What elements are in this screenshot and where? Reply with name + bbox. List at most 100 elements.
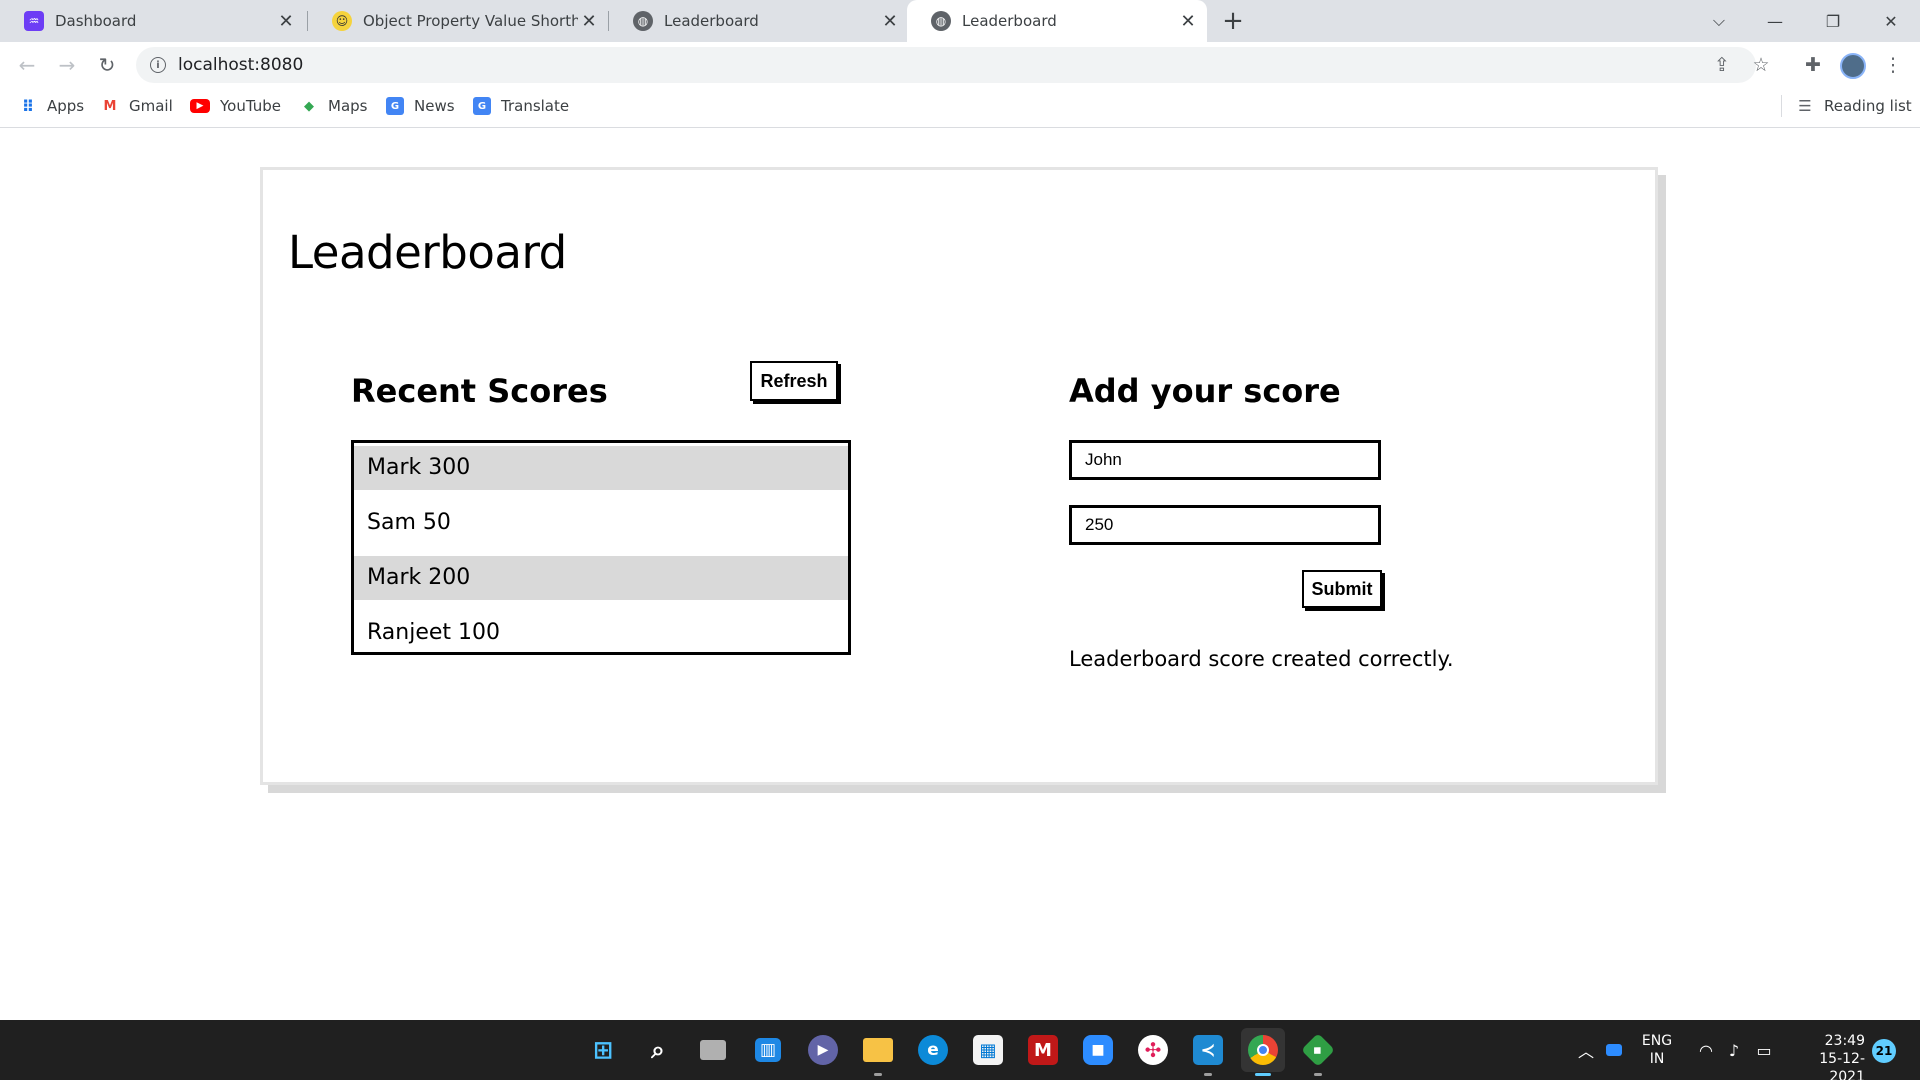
bookmarks-bar: ⠿ Apps M Gmail ▶ YouTube ◆ Maps G News G… xyxy=(0,88,1920,128)
language-line-1: ENG xyxy=(1641,1033,1673,1049)
tab-leaderboard[interactable]: ◍ Leaderboard ✕ xyxy=(609,0,909,42)
chrome-center-icon xyxy=(1257,1044,1269,1056)
score-input[interactable] xyxy=(1069,505,1381,545)
bookmark-label: Gmail xyxy=(129,97,173,115)
bookmark-label: Translate xyxy=(501,97,570,115)
tab-title: Object Property Value Shorthand xyxy=(363,12,578,30)
teams-chat-button[interactable]: ▶ xyxy=(801,1028,845,1072)
address-url[interactable]: localhost:8080 xyxy=(178,55,303,75)
bookmark-translate[interactable]: G Translate xyxy=(473,88,569,124)
vscode-button[interactable]: ≺ xyxy=(1186,1028,1230,1076)
edge-button[interactable]: e xyxy=(911,1028,955,1072)
back-arrow-icon[interactable]: ← xyxy=(13,51,41,79)
zoom-button[interactable]: ■ xyxy=(1076,1028,1120,1072)
teams-chat-icon: ▶ xyxy=(808,1035,838,1065)
reload-icon[interactable]: ↻ xyxy=(93,51,121,79)
language-indicator[interactable]: ENG IN xyxy=(1632,1032,1682,1068)
browser-toolbar: ← → ↻ i localhost:8080 ⇪ ☆ ✚ ⋮ xyxy=(0,42,1920,88)
battery-icon[interactable]: ▭ xyxy=(1752,1038,1776,1062)
minimize-icon[interactable]: — xyxy=(1752,0,1798,42)
clock[interactable]: 23:49 15-12-2021 xyxy=(1787,1032,1865,1080)
new-tab-button[interactable]: + xyxy=(1218,6,1248,36)
zoom-camera-icon: ■ xyxy=(1083,1035,1113,1065)
search-icon: ⌕ xyxy=(651,1036,665,1064)
zoom-tray-badge xyxy=(1606,1044,1622,1056)
bookmark-label: News xyxy=(414,97,455,115)
tab-leaderboard-active[interactable]: ◍ Leaderboard ✕ xyxy=(907,0,1207,42)
news-icon: G xyxy=(386,97,404,115)
wifi-icon[interactable]: ◠ xyxy=(1694,1038,1718,1062)
address-bar[interactable]: i localhost:8080 xyxy=(136,47,1756,83)
vscode-icon: ≺ xyxy=(1193,1035,1223,1065)
bookmark-label: YouTube xyxy=(220,97,281,115)
tab-search-chevron-icon[interactable]: ⌵ xyxy=(1696,0,1742,42)
clock-time: 23:49 xyxy=(1824,1033,1865,1049)
gmail-icon: M xyxy=(103,98,117,114)
close-icon[interactable]: ✕ xyxy=(578,10,600,32)
git-button[interactable]: ◆ xyxy=(1296,1028,1340,1076)
zoom-tray-icon[interactable] xyxy=(1602,1038,1626,1062)
file-explorer-button[interactable] xyxy=(856,1028,900,1076)
bookmark-maps[interactable]: ◆ Maps xyxy=(300,88,367,124)
scores-list: Mark 300 Sam 50 Mark 200 Ranjeet 100 xyxy=(351,440,851,655)
name-input[interactable] xyxy=(1069,440,1381,480)
git-icon: ◆ xyxy=(1301,1033,1335,1067)
site-info-icon[interactable]: i xyxy=(150,57,166,73)
close-icon[interactable]: ✕ xyxy=(1177,10,1199,32)
extensions-puzzle-icon[interactable]: ✚ xyxy=(1800,52,1826,78)
bookmark-gmail[interactable]: M Gmail xyxy=(101,88,173,124)
more-menu-icon[interactable]: ⋮ xyxy=(1880,52,1906,78)
bookmarks-divider xyxy=(1781,95,1782,117)
reading-list-icon: ☰ xyxy=(1798,97,1812,115)
apps-grid-icon: ⠿ xyxy=(21,96,35,116)
task-view-button[interactable] xyxy=(691,1028,735,1072)
profile-avatar[interactable] xyxy=(1840,53,1866,79)
bookmark-star-icon[interactable]: ☆ xyxy=(1748,52,1774,78)
score-row: Sam 50 xyxy=(367,510,451,535)
score-row: Mark 300 xyxy=(354,446,848,490)
forward-arrow-icon[interactable]: → xyxy=(53,51,81,79)
restore-icon[interactable]: ❐ xyxy=(1810,0,1856,42)
slack-icon: ✣ xyxy=(1138,1035,1168,1065)
bookmark-apps[interactable]: ⠿ Apps xyxy=(19,88,84,124)
notification-badge[interactable]: 21 xyxy=(1872,1039,1896,1063)
slack-button[interactable]: ✣ xyxy=(1131,1028,1175,1072)
reading-list[interactable]: ☰ Reading list xyxy=(1796,88,1912,124)
recent-scores-heading: Recent Scores xyxy=(351,372,608,410)
tab-object-property[interactable]: ☺ Object Property Value Shorthand ✕ xyxy=(308,0,608,42)
windows-start-button[interactable]: ⊞ xyxy=(581,1028,625,1072)
tab-title: Leaderboard xyxy=(664,12,759,30)
close-window-icon[interactable]: ✕ xyxy=(1868,0,1914,42)
folder-icon xyxy=(863,1038,893,1062)
widgets-button[interactable]: ▥ xyxy=(746,1028,790,1072)
taskbar: ⊞ ⌕ ▥ ▶ e ▦ M ■ ✣ ≺ ◆ ︿ ENG IN ◠ ♪ ▭ 23:… xyxy=(0,1020,1920,1080)
youtube-icon: ▶ xyxy=(190,99,210,113)
edge-icon: e xyxy=(918,1035,948,1065)
bookmark-news[interactable]: G News xyxy=(386,88,455,124)
submit-button[interactable]: Submit xyxy=(1302,570,1382,608)
mcafee-shield-icon: M xyxy=(1028,1035,1058,1065)
volume-icon[interactable]: ♪ xyxy=(1722,1038,1746,1062)
tab-title: Dashboard xyxy=(55,12,137,30)
chrome-button[interactable] xyxy=(1241,1028,1285,1076)
status-message: Leaderboard score created correctly. xyxy=(1069,647,1454,671)
share-icon[interactable]: ⇪ xyxy=(1709,52,1735,78)
chrome-icon xyxy=(1248,1035,1278,1065)
mcafee-button[interactable]: M xyxy=(1021,1028,1065,1072)
refresh-button[interactable]: Refresh xyxy=(750,361,838,401)
translate-icon: G xyxy=(473,97,491,115)
bookmark-youtube[interactable]: ▶ YouTube xyxy=(190,88,281,124)
globe-icon: ◍ xyxy=(633,11,653,31)
close-icon[interactable]: ✕ xyxy=(879,10,901,32)
language-line-2: IN xyxy=(1649,1051,1665,1067)
tab-dashboard[interactable]: ♒ Dashboard ✕ xyxy=(0,0,305,42)
reading-list-label: Reading list xyxy=(1824,97,1912,115)
windows-logo-icon: ⊞ xyxy=(592,1036,614,1064)
taskbar-search-button[interactable]: ⌕ xyxy=(636,1028,680,1072)
show-hidden-icons-chevron-icon[interactable]: ︿ xyxy=(1574,1038,1598,1062)
active-indicator xyxy=(1255,1073,1271,1076)
microsoft-store-button[interactable]: ▦ xyxy=(966,1028,1010,1072)
close-icon[interactable]: ✕ xyxy=(275,10,297,32)
maps-pin-icon: ◆ xyxy=(304,98,314,114)
score-row: Ranjeet 100 xyxy=(367,620,501,645)
